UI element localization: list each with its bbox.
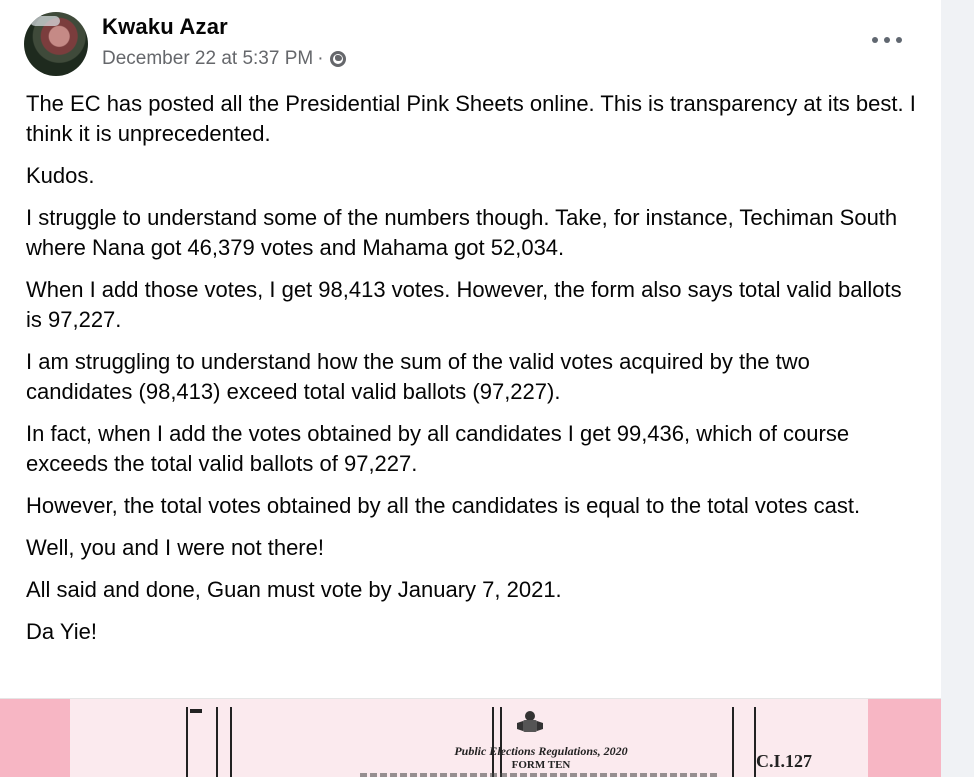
- form-subtitle: FORM TEN: [511, 759, 571, 771]
- post-paragraph: The EC has posted all the Presidential P…: [26, 91, 916, 146]
- post-paragraph: When I add those votes, I get 98,413 vot…: [26, 277, 902, 332]
- more-dot: [884, 37, 890, 43]
- post-body: The EC has posted all the Presidential P…: [26, 89, 916, 659]
- post-paragraph: I struggle to understand some of the num…: [26, 205, 898, 260]
- feed-background: [941, 0, 974, 777]
- post-paragraph: I am struggling to understand how the su…: [26, 349, 810, 404]
- post-paragraph: In fact, when I add the votes obtained b…: [26, 421, 850, 476]
- post-paragraph: Da Yie!: [26, 619, 97, 644]
- pink-sheet-document: Public Elections Regulations, 2020 FORM …: [70, 699, 868, 777]
- more-options-icon[interactable]: [872, 34, 902, 46]
- sheet-mark: [190, 709, 202, 713]
- more-dot: [872, 37, 878, 43]
- coat-of-arms-icon: [517, 711, 543, 732]
- meta-separator: ·: [317, 48, 324, 69]
- post-meta: December 22 at 5:37 PM ·: [102, 48, 346, 70]
- form-title: Public Elections Regulations, 2020: [454, 744, 628, 758]
- post-paragraph: However, the total votes obtained by all…: [26, 493, 861, 518]
- post-card: Kwaku Azar December 22 at 5:37 PM · The …: [0, 0, 941, 777]
- post-header: Kwaku Azar December 22 at 5:37 PM ·: [24, 12, 914, 76]
- author-name[interactable]: Kwaku Azar: [102, 14, 228, 40]
- sheet-rule: [732, 707, 734, 777]
- sheet-rule: [216, 707, 218, 777]
- attached-image[interactable]: Public Elections Regulations, 2020 FORM …: [0, 698, 941, 777]
- form-code: C.I.127: [756, 751, 813, 771]
- avatar[interactable]: [24, 12, 88, 76]
- timestamp[interactable]: December 22 at 5:37 PM: [102, 48, 313, 70]
- form-fine-print: [360, 773, 720, 777]
- post-paragraph: Kudos.: [26, 163, 95, 188]
- post-paragraph: All said and done, Guan must vote by Jan…: [26, 577, 562, 602]
- post-paragraph: Well, you and I were not there!: [26, 535, 324, 560]
- sheet-rule: [186, 707, 188, 777]
- more-dot: [896, 37, 902, 43]
- sheet-rule: [230, 707, 232, 777]
- globe-icon: [329, 51, 346, 67]
